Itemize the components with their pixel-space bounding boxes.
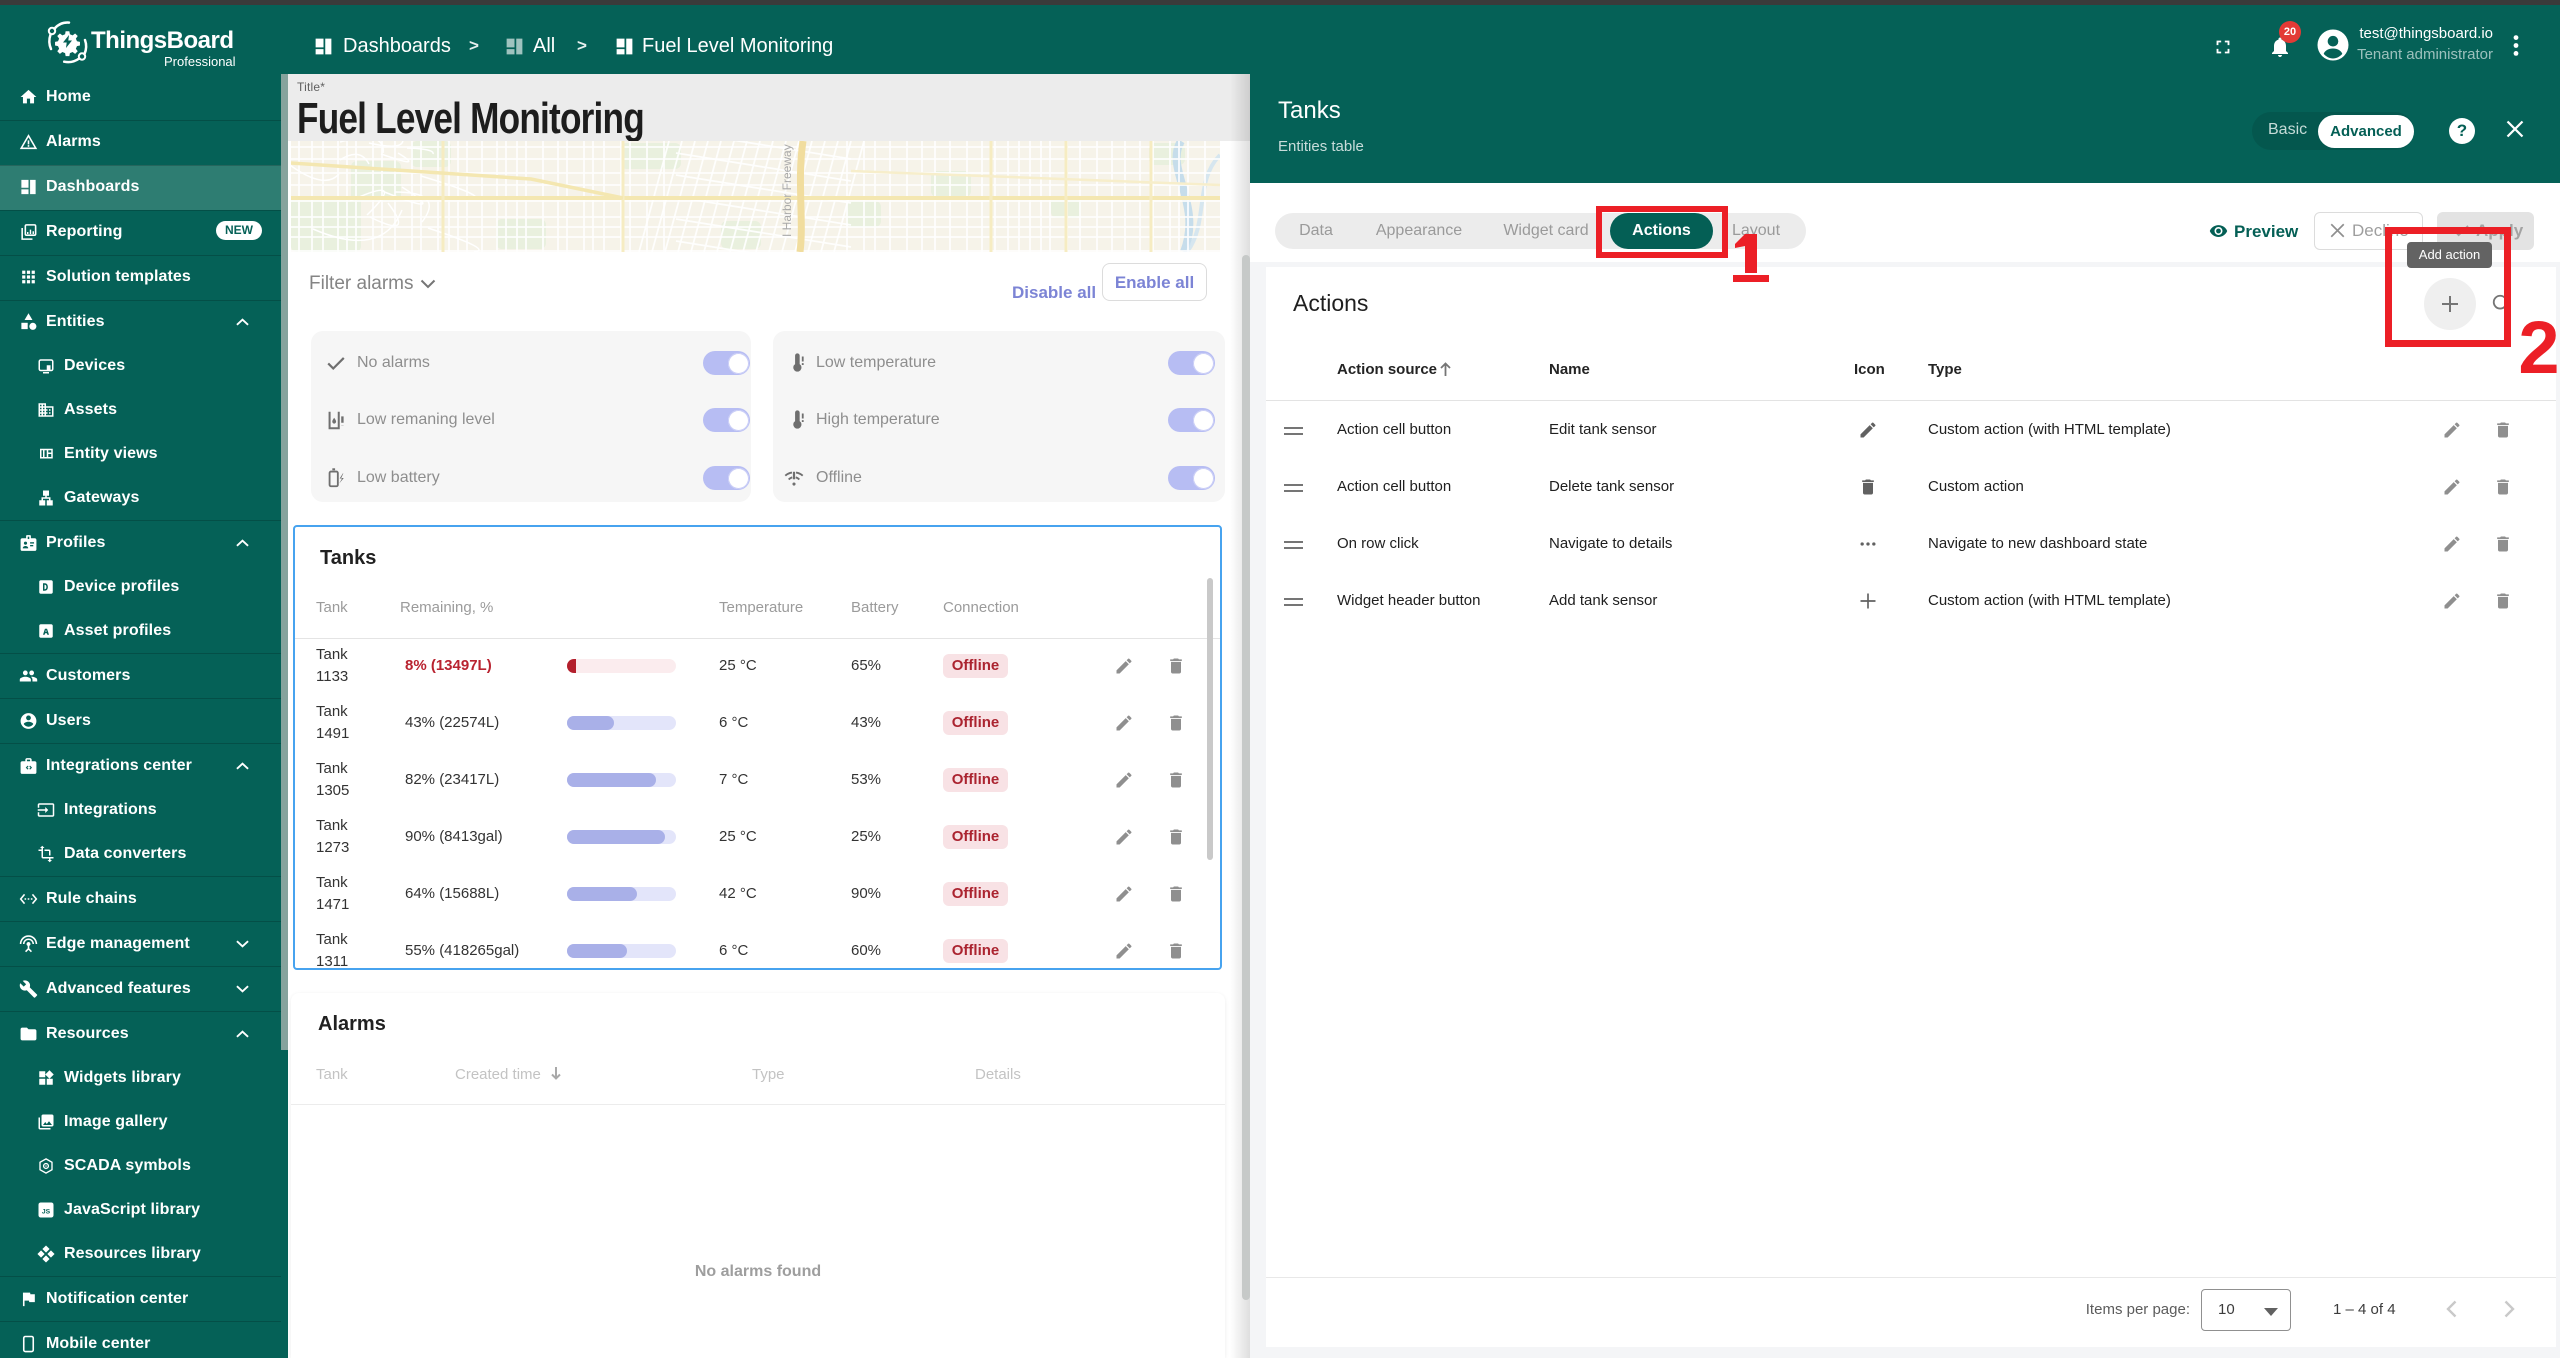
- svg-text:2: 2: [2518, 312, 2559, 374]
- svg-text:JS: JS: [42, 1208, 51, 1215]
